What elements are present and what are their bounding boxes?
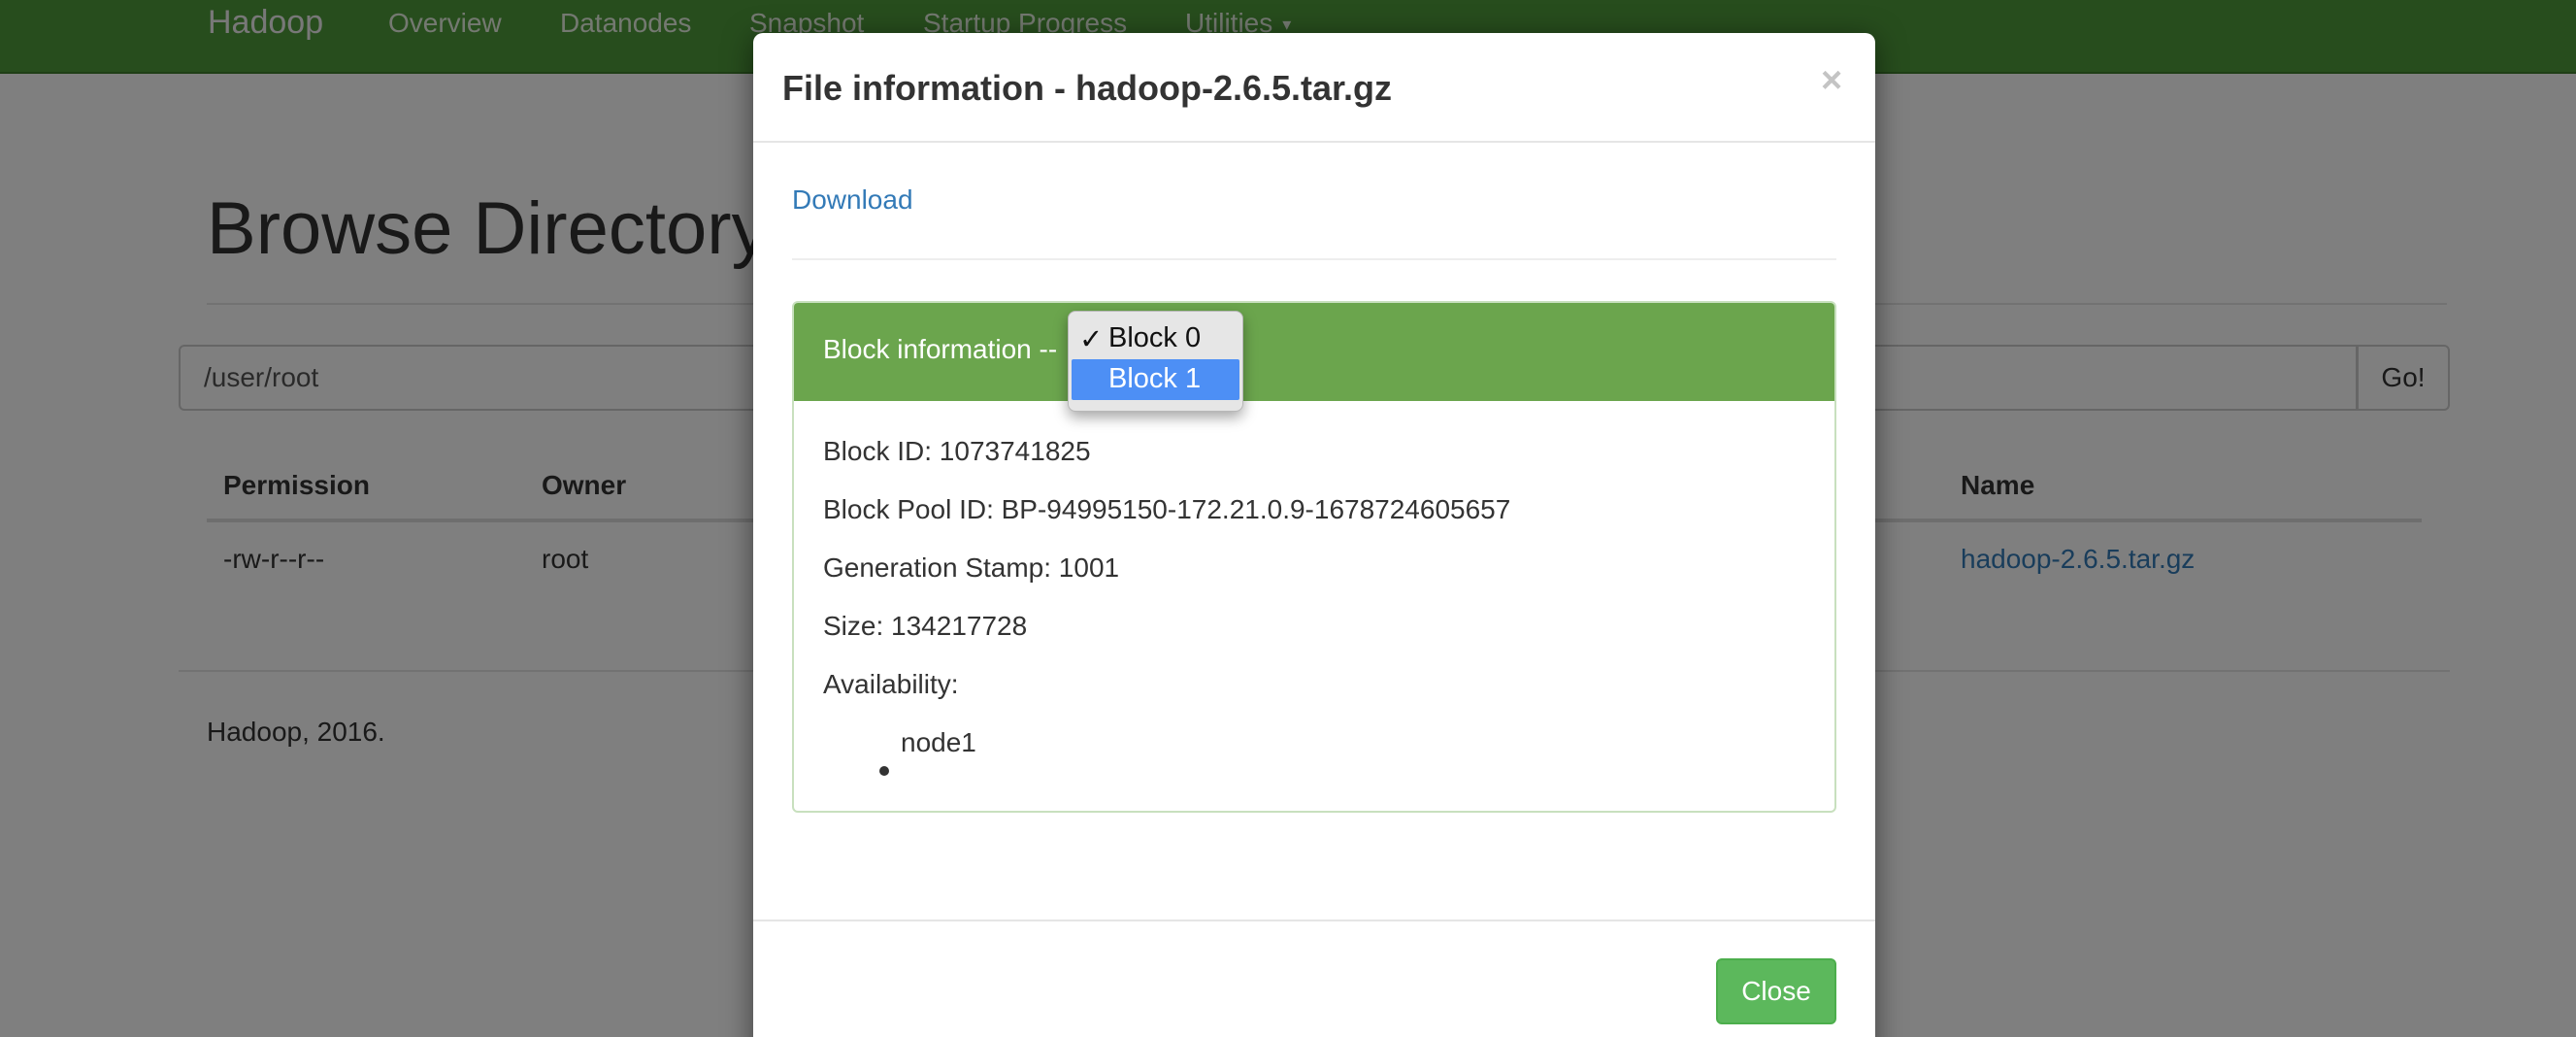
page: Hadoop Overview Datanodes Snapshot Start… [0,0,2576,1037]
block-option-1-label: Block 1 [1108,363,1202,394]
close-icon[interactable]: × [1821,60,1842,102]
block-option-0[interactable]: ✓ Block 0 [1072,318,1239,359]
modal-footer-divider [753,920,1875,921]
close-button[interactable]: Close [1716,958,1836,1024]
bullet-icon [879,766,889,776]
block-option-0-label: Block 0 [1108,322,1202,353]
modal-header-divider [753,141,1875,143]
block-id-text: Block ID: 1073741825 [823,436,1091,466]
block-select-dropdown[interactable]: ✓ Block 0 Block 1 [1068,311,1243,412]
availability-node-item: node1 [901,727,976,757]
block-info-label: Block information -- [823,334,1058,364]
file-info-modal: File information - hadoop-2.6.5.tar.gz ×… [753,33,1875,1037]
download-link[interactable]: Download [792,184,913,216]
availability-label: Availability: [823,669,959,699]
modal-title: File information - hadoop-2.6.5.tar.gz [782,68,1393,108]
block-option-1[interactable]: Block 1 [1072,359,1239,400]
check-icon: ✓ [1079,324,1104,355]
block-info-panel: Block information -- ✓ Block 0 Block 1 B… [792,301,1836,813]
block-pool-id-text: Block Pool ID: BP-94995150-172.21.0.9-16… [823,494,1511,524]
size-text: Size: 134217728 [823,611,1028,641]
download-divider [792,258,1836,260]
generation-stamp-text: Generation Stamp: 1001 [823,552,1120,583]
block-info-heading: Block information -- [794,303,1834,401]
